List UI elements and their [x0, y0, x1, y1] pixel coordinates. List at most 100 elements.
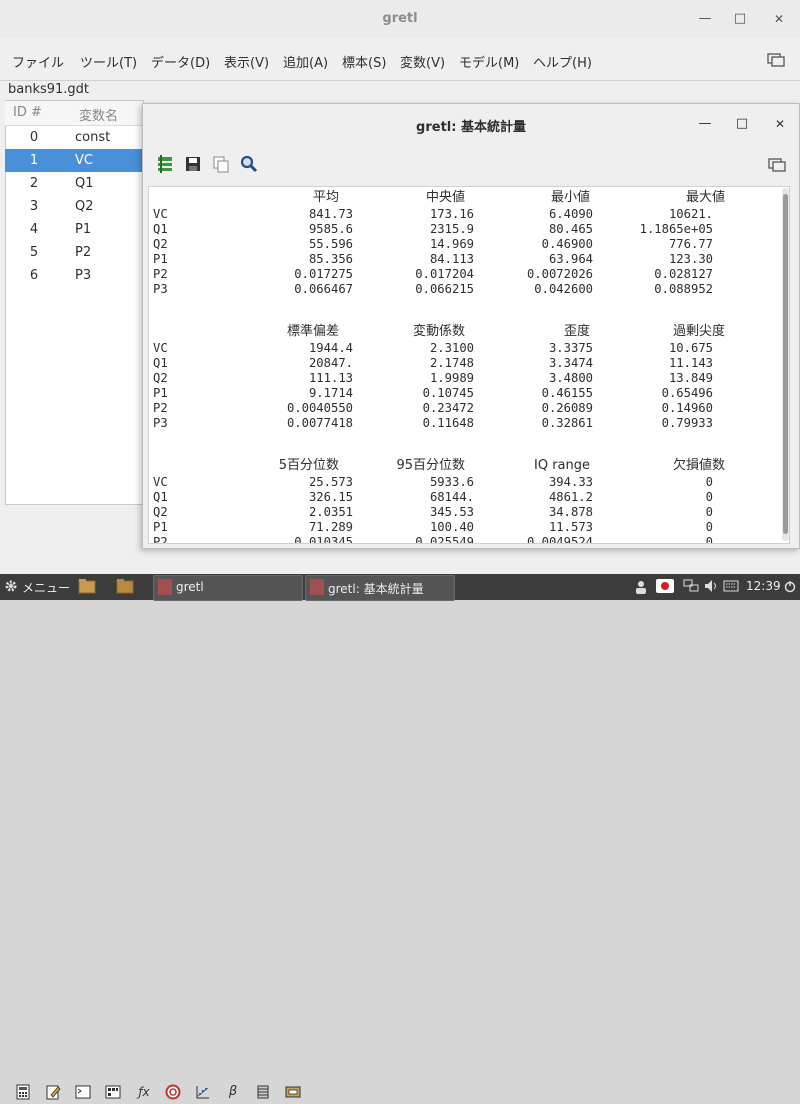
stats-value: 1.1865e+05: [639, 222, 713, 236]
maximize-button[interactable]: □: [730, 9, 750, 29]
stats-minimize-button[interactable]: —: [695, 114, 715, 134]
menu-help[interactable]: ヘルプ(H): [533, 52, 592, 71]
stats-value: 10.675: [668, 341, 713, 355]
edit-script-icon[interactable]: [44, 1084, 62, 1100]
stats-value: 0: [705, 475, 713, 489]
stats-value: 0.10745: [422, 386, 474, 400]
scrollbar-thumb[interactable]: [783, 194, 788, 534]
close-button[interactable]: ✕: [769, 9, 789, 29]
restore-icon[interactable]: [766, 52, 786, 68]
gear-icon[interactable]: [4, 579, 18, 593]
power-icon[interactable]: [784, 579, 796, 593]
task-gretl[interactable]: gretl: [153, 575, 303, 601]
stats-value: 345.53: [429, 505, 474, 519]
stats-row-label: P1: [153, 252, 168, 266]
menu-variable[interactable]: 変数(V): [400, 52, 445, 71]
stats-value: 0.088952: [654, 282, 713, 296]
stats-row: Q2 2.0351 345.53 34.878 0: [153, 505, 773, 520]
copy-icon[interactable]: [211, 154, 231, 174]
save-icon[interactable]: [183, 154, 203, 174]
stats-value: 0.46155: [541, 386, 593, 400]
stats-maximize-button[interactable]: □: [732, 114, 752, 134]
scatter-plot-icon[interactable]: [194, 1084, 212, 1100]
gretl-app-icon: [158, 579, 172, 595]
menu-data[interactable]: データ(D): [151, 52, 210, 71]
stats-value: 14.969: [429, 237, 474, 251]
main-titlebar[interactable]: gretl — □ ✕: [0, 0, 800, 38]
variable-row[interactable]: 0 const: [5, 126, 142, 149]
beta-icon[interactable]: β: [224, 1084, 242, 1100]
menu-add[interactable]: 追加(A): [283, 52, 328, 71]
find-icon[interactable]: [239, 154, 259, 174]
stats-value: 0.025549: [415, 535, 474, 544]
stats-value: 0.066467: [294, 282, 353, 296]
stats-row-label: P2: [153, 401, 168, 415]
stats-header-row: 標準偏差 変動係数 歪度 過剰尖度: [153, 324, 773, 339]
variable-row[interactable]: 2 Q1: [5, 172, 142, 195]
stats-value: 3.3375: [548, 341, 593, 355]
stats-row: P1 9.1714 0.10745 0.46155 0.65496: [153, 386, 773, 401]
id-column-header[interactable]: ID #: [13, 105, 42, 120]
help-icon[interactable]: [164, 1084, 182, 1100]
menu-view[interactable]: 表示(V): [224, 52, 269, 71]
minimize-button[interactable]: —: [695, 9, 715, 29]
stats-column-header: 中央値: [425, 190, 465, 205]
stats-column-header: 最大値: [685, 190, 725, 205]
menu-tools[interactable]: ツール(T): [80, 52, 137, 71]
window-title: gretl: [382, 11, 418, 26]
stats-value: 71.289: [308, 520, 353, 534]
task-gretl-label: gretl: [176, 580, 204, 594]
terminal-icon[interactable]: [74, 1084, 92, 1100]
variable-row[interactable]: 4 P1: [5, 218, 142, 241]
stats-column-header: 歪度: [563, 324, 590, 339]
variable-id: 2: [29, 176, 39, 191]
stats-value: 85.356: [308, 252, 353, 266]
stats-row: VC 1944.4 2.3100 3.3375 10.675: [153, 341, 773, 356]
stats-value: 111.13: [308, 371, 353, 385]
stats-value: 841.73: [308, 207, 353, 221]
stats-row: P3 0.0077418 0.11648 0.32861 0.79933: [153, 416, 773, 431]
stats-row: Q1 20847. 2.1748 3.3474 11.143: [153, 356, 773, 371]
start-menu-label[interactable]: メニュー: [22, 579, 70, 596]
network-icon[interactable]: [683, 579, 699, 593]
variable-name: P1: [75, 222, 92, 237]
name-column-header[interactable]: 変数名: [79, 105, 118, 124]
stats-close-button[interactable]: ✕: [770, 114, 790, 134]
stats-value: 6.4090: [548, 207, 593, 221]
function-icon[interactable]: ƒx: [133, 1084, 155, 1100]
stats-value: 0: [705, 505, 713, 519]
stats-value: 0.11648: [422, 416, 474, 430]
keyboard-icon[interactable]: [723, 579, 739, 593]
variable-row[interactable]: 6 P3: [5, 264, 142, 287]
stats-value: 2.1748: [429, 356, 474, 370]
clock[interactable]: 12:39: [746, 579, 781, 593]
model-icon[interactable]: [155, 154, 175, 174]
stats-restore-icon[interactable]: [767, 157, 787, 173]
japan-flag-icon[interactable]: [656, 579, 674, 593]
stats-value: 0.0040550: [286, 401, 353, 415]
stats-value: 0.010345: [294, 535, 353, 544]
database-icon[interactable]: [254, 1084, 272, 1100]
menu-sample[interactable]: 標本(S): [342, 52, 386, 71]
user-icon[interactable]: [634, 579, 648, 595]
variable-id: 6: [29, 268, 39, 283]
stats-value: 1944.4: [308, 341, 353, 355]
folder-icon[interactable]: [116, 578, 134, 594]
variable-row[interactable]: 3 Q2: [5, 195, 142, 218]
menu-file[interactable]: ファイル: [12, 52, 64, 71]
volume-icon[interactable]: [703, 579, 719, 593]
stats-row-label: Q1: [153, 490, 168, 504]
menu-model[interactable]: モデル(M): [459, 52, 519, 71]
file-manager-icon[interactable]: [78, 578, 96, 594]
stats-output-text[interactable]: 平均 中央値 最小値 最大値 VC 841.73 173.16 6.4090 10621. Q1 9…: [148, 186, 790, 544]
variable-id: 4: [29, 222, 39, 237]
task-stats[interactable]: gretl: 基本統計量: [305, 575, 455, 601]
variable-id: 0: [29, 130, 39, 145]
stats-value: 10621.: [668, 207, 713, 221]
calculator-icon[interactable]: [14, 1084, 32, 1100]
package-icon[interactable]: [284, 1084, 302, 1100]
stats-titlebar[interactable]: gretl: 基本統計量 — □ ✕: [143, 104, 799, 144]
variable-row[interactable]: 5 P2: [5, 241, 142, 264]
session-icon[interactable]: [104, 1084, 122, 1100]
variable-row[interactable]: 1 VC: [5, 149, 142, 172]
